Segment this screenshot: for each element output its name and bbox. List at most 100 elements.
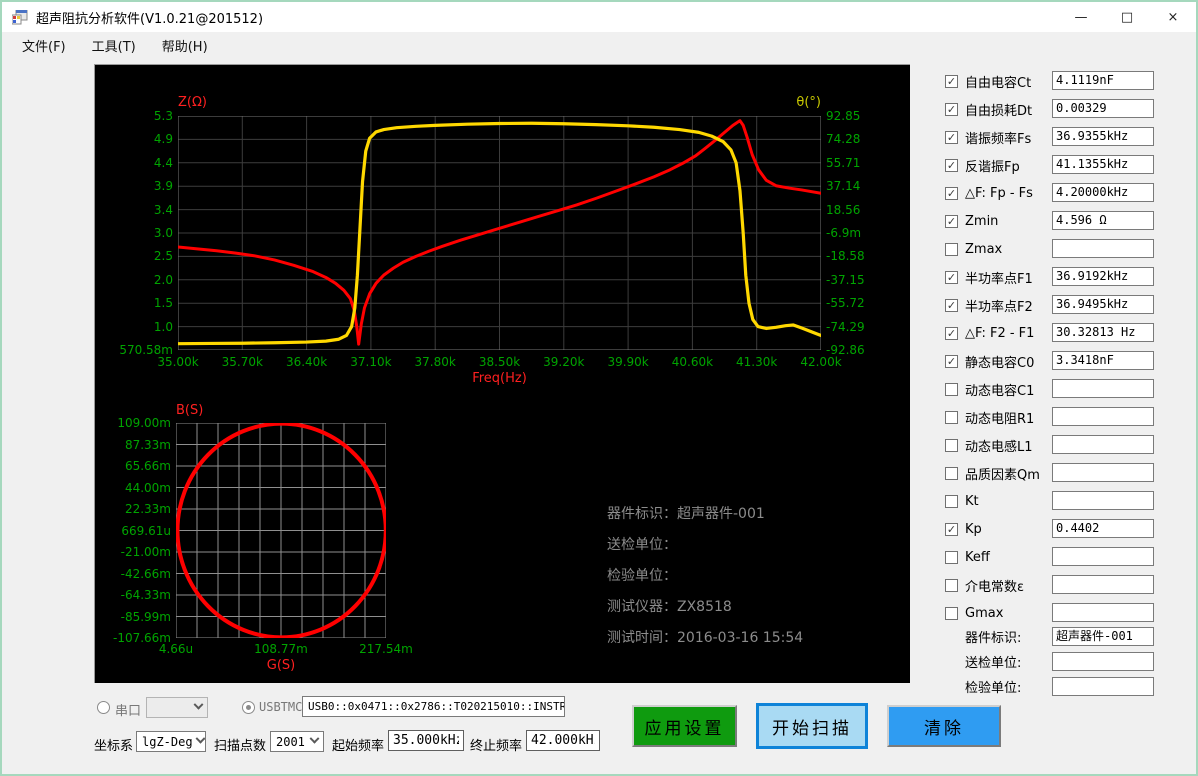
checkbox-kt[interactable] [945,495,958,508]
result-row-zmax: Zmax [937,235,1162,263]
checkbox-df-fp-fs[interactable]: ✓ [945,187,958,200]
start-freq-input[interactable] [388,730,464,751]
result-row-fp: ✓反谐振Fp41.1355kHz [937,151,1162,179]
checkbox-eps[interactable] [945,579,958,592]
checkbox-qm[interactable] [945,467,958,480]
value-inspect-unit[interactable] [1052,677,1154,696]
result-row-df-fp-fs: ✓△F: Fp - Fs4.20000kHz [937,179,1162,207]
result-row-keff: Keff [937,543,1162,571]
apply-settings-button[interactable]: 应用设置 [632,705,737,747]
start-scan-button[interactable]: 开始扫描 [756,703,868,749]
axis-tick: 108.77m [254,642,308,656]
axis-tick: 3.4 [154,203,173,217]
impedance-plot-svg [178,116,821,350]
checkbox-keff[interactable] [945,551,958,564]
label-zmax: Zmax [965,242,1002,257]
value-f1[interactable]: 36.9192kHz [1052,267,1154,286]
value-c1[interactable] [1052,379,1154,398]
value-r1[interactable] [1052,407,1154,426]
checkbox-f2[interactable]: ✓ [945,299,958,312]
axis-tick: 39.20k [543,355,584,369]
checkbox-zmin[interactable]: ✓ [945,215,958,228]
checkbox-zmax[interactable] [945,243,958,256]
value-eps[interactable] [1052,575,1154,594]
axis-tick: 3.9 [154,179,173,193]
axis-tick: -21.00m [121,545,171,559]
stop-freq-input[interactable] [526,730,600,751]
value-fp[interactable]: 41.1355kHz [1052,155,1154,174]
label-r1: 动态电阻R1 [965,408,1034,427]
label-kp: Kp [965,522,982,537]
value-df-f2-f1[interactable]: 30.32813 Hz [1052,323,1154,342]
usbtmc-radio[interactable] [242,701,255,714]
value-kt[interactable] [1052,491,1154,510]
menu-file[interactable]: 文件(F) [16,33,72,58]
axis-tick: 4.4 [154,156,173,170]
serial-port-combo[interactable] [146,697,208,718]
info-device-id: 器件标识：超声器件-001 [607,503,803,534]
checkbox-l1[interactable] [945,439,958,452]
value-kp[interactable]: 0.4402 [1052,519,1154,538]
title-bar: 超声阻抗分析软件(V1.0.21@201512) — □ × [2,2,1196,32]
checkbox-f1[interactable]: ✓ [945,271,958,284]
window-controls: — □ × [1058,2,1196,32]
value-qm[interactable] [1052,463,1154,482]
clear-button[interactable]: 清除 [887,705,1001,747]
chevron-down-icon [310,734,320,744]
value-gmax[interactable] [1052,603,1154,622]
checkbox-r1[interactable] [945,411,958,424]
sweep-points-combo[interactable]: 2001 [270,731,324,752]
serial-radio[interactable] [97,701,110,714]
value-zmin[interactable]: 4.596 Ω [1052,211,1154,230]
value-f2[interactable]: 36.9495kHz [1052,295,1154,314]
usbtmc-radio-label[interactable]: USBTMC [259,700,302,714]
info-test-time: 测试时间：2016-03-16 15:54 [607,627,803,658]
axis-tick: -55.72 [826,296,865,310]
sweep-points-value: 2001 [276,735,305,749]
menu-tools[interactable]: 工具(T) [86,33,142,58]
value-keff[interactable] [1052,547,1154,566]
window-title: 超声阻抗分析软件(V1.0.21@201512) [36,8,263,27]
result-row-r1: 动态电阻R1 [937,403,1162,431]
minimize-button[interactable]: — [1058,2,1104,32]
checkbox-kp[interactable]: ✓ [945,523,958,536]
value-l1[interactable] [1052,435,1154,454]
menu-help[interactable]: 帮助(H) [156,33,214,58]
axis-tick: 87.33m [125,438,171,452]
checkbox-fs[interactable]: ✓ [945,131,958,144]
value-zmax[interactable] [1052,239,1154,258]
maximize-button[interactable]: □ [1104,2,1150,32]
serial-radio-label[interactable]: 串口 [115,700,141,719]
checkbox-dt[interactable]: ✓ [945,103,958,116]
checkbox-ct[interactable]: ✓ [945,75,958,88]
axis-tick: 38.50k [479,355,520,369]
value-submit-unit[interactable] [1052,652,1154,671]
footer-row-submit-unit: 送检单位: [937,649,1162,674]
checkbox-c1[interactable] [945,383,958,396]
axis-tick: -64.33m [121,588,171,602]
value-device-id[interactable]: 超声器件-001 [1052,627,1154,646]
axis-tick: 39.90k [607,355,648,369]
chart-panel: Z(Ω) θ(°) 5.34.94.43.93.43.02.52.01.51.0… [94,64,910,683]
value-ct[interactable]: 4.1119nF [1052,71,1154,90]
checkbox-fp[interactable]: ✓ [945,159,958,172]
checkbox-df-f2-f1[interactable]: ✓ [945,327,958,340]
impedance-y-right-ticks: 92.8574.2855.7137.1418.56-6.9m-18.58-37.… [826,116,902,350]
axis-tick: 22.33m [125,502,171,516]
value-df-fp-fs[interactable]: 4.20000kHz [1052,183,1154,202]
checkbox-c0[interactable]: ✓ [945,355,958,368]
result-row-dt: ✓自由损耗Dt0.00329 [937,95,1162,123]
label-gmax: Gmax [965,606,1003,621]
close-button[interactable]: × [1150,2,1196,32]
radio-dot [246,705,251,710]
axis-tick: 41.30k [736,355,777,369]
value-dt[interactable]: 0.00329 [1052,99,1154,118]
theta-axis-title: θ(°) [785,95,821,110]
footer-row-inspect-unit: 检验单位: [937,674,1162,699]
results-footer: 器件标识:超声器件-001送检单位:检验单位: [937,624,1162,699]
value-c0[interactable]: 3.3418nF [1052,351,1154,370]
checkbox-gmax[interactable] [945,607,958,620]
usbtmc-address-combo[interactable]: USB0::0x0471::0x2786::T020215010::INSTR [302,696,565,717]
value-fs[interactable]: 36.9355kHz [1052,127,1154,146]
coord-system-combo[interactable]: lgZ-Deg [136,731,206,752]
